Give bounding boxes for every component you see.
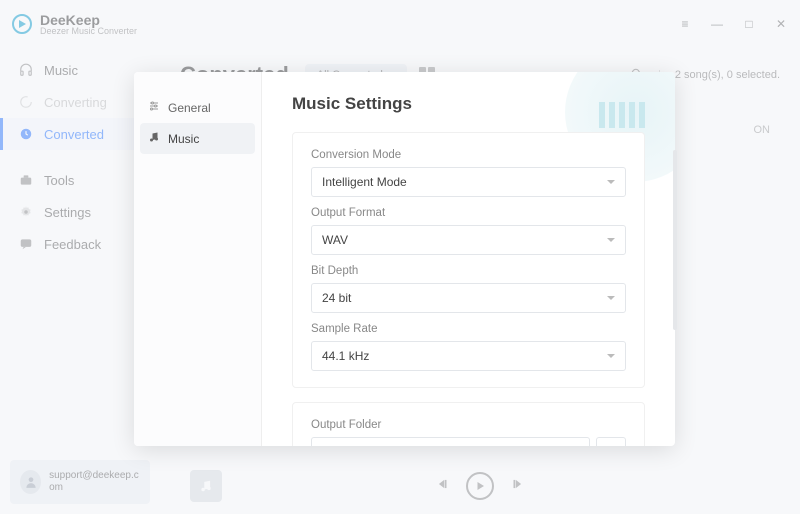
field-label-sample-rate: Sample Rate (311, 323, 626, 335)
bit-depth-dropdown[interactable]: 24 bit (311, 283, 626, 313)
conversion-mode-dropdown[interactable]: Intelligent Mode (311, 167, 626, 197)
browse-folder-button[interactable]: ... (596, 437, 626, 446)
modal-sidebar: General Music (134, 72, 262, 446)
field-label-output-folder: Output Folder (311, 419, 626, 431)
sliders-icon (148, 100, 160, 115)
output-folder-panel: Output Folder C:\Users\ Documents\DeeKee… (292, 402, 645, 446)
field-label-output-format: Output Format (311, 207, 626, 219)
settings-modal: General Music ✕ Music Settings Conversio… (134, 72, 675, 446)
audio-settings-panel: Conversion Mode Intelligent Mode Output … (292, 132, 645, 388)
sample-rate-dropdown[interactable]: 44.1 kHz (311, 341, 626, 371)
modal-tab-label: General (168, 101, 211, 115)
music-note-icon (148, 131, 160, 146)
field-label-bit-depth: Bit Depth (311, 265, 626, 277)
modal-tab-general[interactable]: General (134, 92, 261, 123)
modal-tab-label: Music (168, 132, 199, 146)
output-format-dropdown[interactable]: WAV (311, 225, 626, 255)
modal-tab-music[interactable]: Music (140, 123, 255, 154)
field-label-conversion-mode: Conversion Mode (311, 149, 626, 161)
modal-scrollbar[interactable] (673, 150, 677, 330)
output-folder-field[interactable]: C:\Users\ Documents\DeeKeep (311, 437, 590, 446)
